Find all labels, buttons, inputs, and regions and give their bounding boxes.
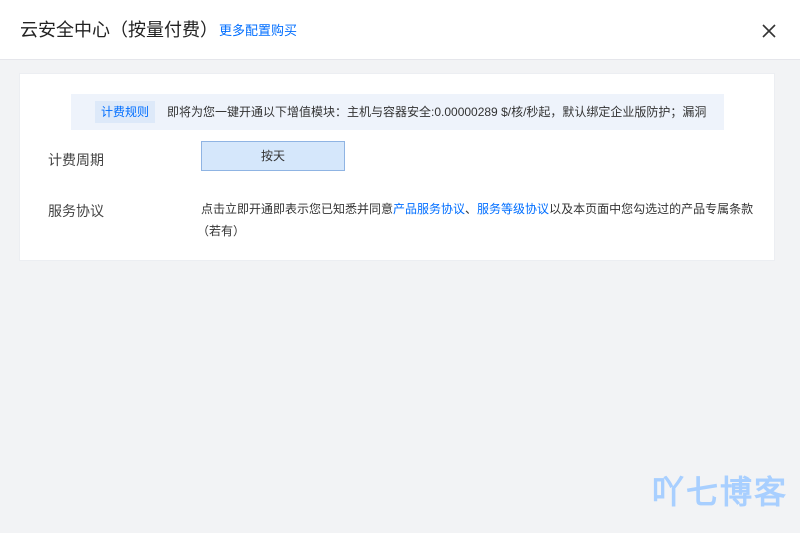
dialog-title: 云安全中心（按量付费） xyxy=(20,20,218,40)
agreement-suffix: 以及本页面中您勾选过的产品专属条款 xyxy=(549,202,754,216)
more-config-purchase-link[interactable]: 更多配置购买 xyxy=(219,22,297,40)
watermark-logo: 吖七博客 xyxy=(652,473,789,511)
service-agreement-text: 点击立即开通即表示您已知悉并同意产品服务协议、服务等级协议以及本页面中您勾选过的… xyxy=(197,198,761,242)
billing-rules-tag[interactable]: 计费规则 xyxy=(95,101,156,123)
service-level-agreement-link[interactable]: 服务等级协议 xyxy=(477,202,549,216)
close-icon[interactable] xyxy=(760,22,778,40)
config-card: 计费规则 即将为您一键开通以下增值模块：主机与容器安全:0.00000289 $… xyxy=(19,73,775,261)
agreement-separator: 、 xyxy=(465,202,478,216)
billing-notice-text: 即将为您一键开通以下增值模块：主机与容器安全:0.00000289 $/核/秒起… xyxy=(167,105,707,119)
billing-notice: 计费规则 即将为您一键开通以下增值模块：主机与容器安全:0.00000289 $… xyxy=(71,94,724,130)
agreement-if-any: （若有） xyxy=(197,224,246,238)
billing-cycle-label: 计费周期 xyxy=(48,152,104,168)
product-service-agreement-link[interactable]: 产品服务协议 xyxy=(393,202,465,216)
dialog-header: 云安全中心（按量付费） 更多配置购买 xyxy=(0,0,800,60)
service-agreement-label: 服务协议 xyxy=(48,203,104,219)
billing-cycle-daily-option[interactable]: 按天 xyxy=(201,141,345,171)
agreement-prefix: 点击立即开通即表示您已知悉并同意 xyxy=(201,202,394,216)
